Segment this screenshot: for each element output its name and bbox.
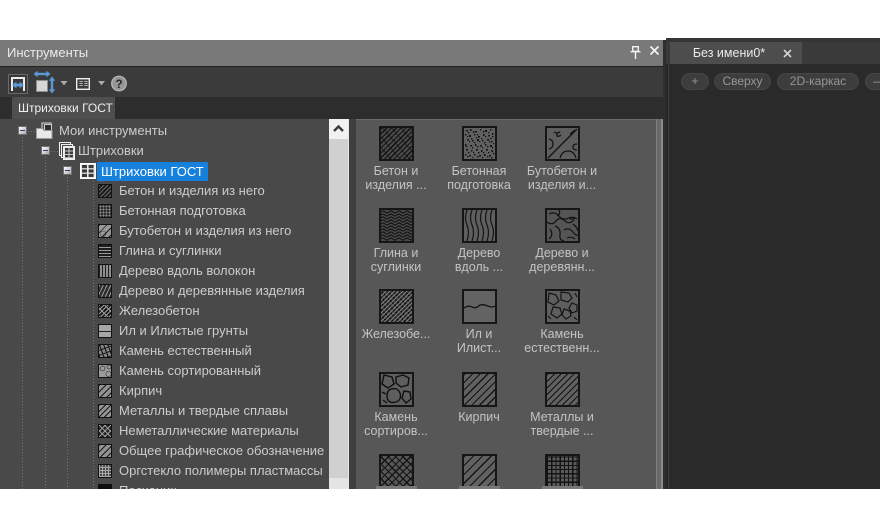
svg-text:?: ? [115,79,122,91]
